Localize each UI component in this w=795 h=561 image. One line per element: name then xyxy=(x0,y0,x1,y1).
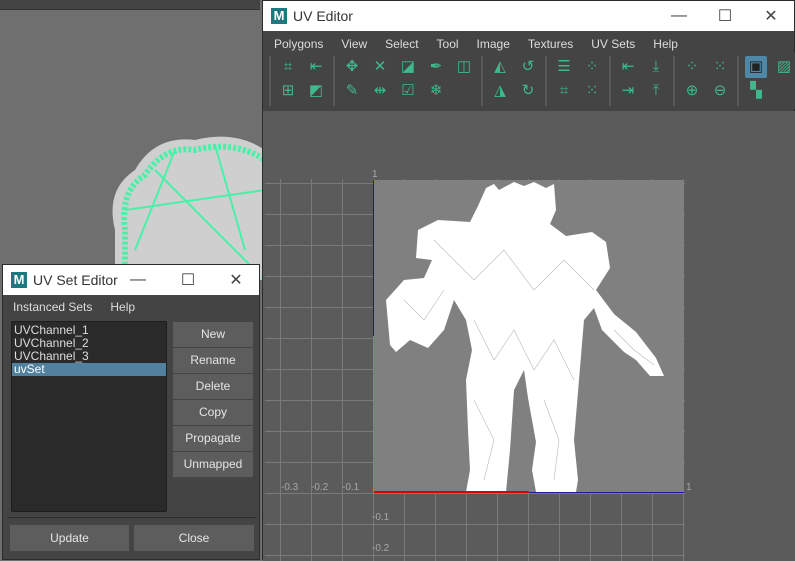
delete-button[interactable]: Delete xyxy=(173,374,253,399)
grid-uvs-icon[interactable]: ⁙ xyxy=(709,56,731,78)
uv-set-list[interactable]: UVChannel_1 UVChannel_2 UVChannel_3 uvSe… xyxy=(11,321,167,512)
distort-icon[interactable]: ◫ xyxy=(453,56,475,78)
align-top-icon[interactable]: ⤒ xyxy=(645,80,667,102)
divider xyxy=(7,517,257,518)
toolbar-group: ✥ ✎ ✕ ⇹ ◪ ☑ ✒ ❄ ◫ xyxy=(333,56,481,106)
u-label-neg03: -0.3 xyxy=(281,482,299,493)
flip-u-icon[interactable]: ◭ xyxy=(489,56,511,78)
minimize-button[interactable]: — xyxy=(656,7,702,25)
maximize-button[interactable]: ☐ xyxy=(702,6,748,26)
menu-help[interactable]: Help xyxy=(101,300,144,314)
toolbar-group: ◭ ◮ ↺ ↻ xyxy=(481,56,545,106)
uv-set-item-selected[interactable]: uvSet xyxy=(12,363,166,376)
close-dialog-button[interactable]: Close xyxy=(134,525,254,551)
toolbar-group: ▣ ▚ ▨ xyxy=(737,56,795,106)
pen-icon[interactable]: ✒ xyxy=(425,56,447,78)
uv-set-editor-titlebar[interactable]: M UV Set Editor — ☐ ✕ xyxy=(3,265,259,295)
window-title: UV Set Editor xyxy=(33,272,118,288)
snowflake-icon[interactable]: ❄ xyxy=(425,80,447,102)
image-display-icon[interactable]: ▣ xyxy=(745,56,767,78)
toolbar-group: ⇤ ⇥ ⤓ ⤒ xyxy=(609,56,673,106)
main-toolbar-strip xyxy=(0,0,260,10)
menu-textures[interactable]: Textures xyxy=(519,37,582,51)
dim-image-icon[interactable]: ▨ xyxy=(773,56,795,78)
toolbar-group: ⌗ ⊞ ⇤ ◩ xyxy=(269,56,333,106)
add-uvs-icon[interactable]: ⊕ xyxy=(681,80,703,102)
rename-button[interactable]: Rename xyxy=(173,348,253,373)
propagate-button[interactable]: Propagate xyxy=(173,426,253,451)
stack-icon[interactable]: ⁙ xyxy=(581,80,603,102)
v-axis-green xyxy=(373,336,374,492)
checker-icon[interactable]: ▚ xyxy=(745,80,767,102)
u-axis-blue xyxy=(529,492,684,493)
copy-button[interactable]: Copy xyxy=(173,400,253,425)
maximize-button[interactable]: ☐ xyxy=(163,270,213,290)
menu-polygons[interactable]: Polygons xyxy=(265,37,332,51)
uv-set-actions: New Rename Delete Copy Propagate Unmappe… xyxy=(173,322,253,478)
check-icon[interactable]: ☑ xyxy=(397,80,419,102)
toolbar-group: ⁘ ⊕ ⁙ ⊖ xyxy=(673,56,737,106)
menu-image[interactable]: Image xyxy=(468,37,519,51)
minimize-button[interactable]: — xyxy=(113,271,163,289)
rotate-ccw-icon[interactable]: ↺ xyxy=(517,56,539,78)
gridify-icon[interactable]: ⌗ xyxy=(553,80,575,102)
menu-select[interactable]: Select xyxy=(376,37,427,51)
menu-uv-sets[interactable]: UV Sets xyxy=(582,37,644,51)
distribute-icon[interactable]: ⁘ xyxy=(581,56,603,78)
close-button[interactable]: ✕ xyxy=(748,6,794,26)
maya-logo-icon: M xyxy=(11,272,27,288)
select-backface-icon[interactable]: ◩ xyxy=(305,80,327,102)
unmapped-button[interactable]: Unmapped xyxy=(173,452,253,477)
align-bottom-icon[interactable]: ⤓ xyxy=(645,56,667,78)
rotate-cw-icon[interactable]: ↻ xyxy=(517,80,539,102)
update-button[interactable]: Update xyxy=(10,525,129,551)
v-label-neg02: -0.2 xyxy=(372,543,390,554)
move-uv-icon[interactable]: ✥ xyxy=(341,56,363,78)
mesh-wireframe xyxy=(112,136,265,280)
uv-viewport[interactable]: -0.3 -0.2 -0.1 1 1 -0.1 -0.2 xyxy=(263,111,795,561)
layout-icon[interactable]: ☰ xyxy=(553,56,575,78)
new-button[interactable]: New xyxy=(173,322,253,347)
align-left-icon[interactable]: ⇤ xyxy=(617,56,639,78)
uv-0-1-tile xyxy=(373,180,684,493)
uv-shell-select-icon[interactable]: ⌗ xyxy=(277,56,299,78)
mirror-icon[interactable]: ⇹ xyxy=(369,80,391,102)
select-edge-loop-icon[interactable]: ⇤ xyxy=(305,56,327,78)
toolbar-group: ☰ ⌗ ⁘ ⁙ xyxy=(545,56,609,106)
u-label-1: 1 xyxy=(686,482,692,493)
flip-v-icon[interactable]: ◮ xyxy=(489,80,511,102)
uv-shells-wireframe xyxy=(374,182,664,492)
menu-view[interactable]: View xyxy=(332,37,376,51)
unfold-icon[interactable]: ◪ xyxy=(397,56,419,78)
uv-toolbar: ⌗ ⊞ ⇤ ◩ ✥ ✎ ✕ ⇹ ◪ ☑ ✒ ❄ ◫ ◭ ◮ ↺ ↻ ☰ ⌗ ⁘ ⁙ ⇤ ⇥ ⤓ ⤒ ⁘ ⊕ ⁙ ⊖ ▣ ▚ ▨ xyxy=(263,53,795,109)
uv-tweak-icon[interactable]: ⊞ xyxy=(277,80,299,102)
u-label-neg02: -0.2 xyxy=(311,482,329,493)
uv-set-editor-menubar: Instanced Sets Help xyxy=(3,295,259,319)
close-button[interactable]: ✕ xyxy=(213,270,259,290)
menu-tool[interactable]: Tool xyxy=(428,37,468,51)
uv-editor-window: M UV Editor — ☐ ✕ Polygons View Select T… xyxy=(262,0,795,561)
u-label-neg01: -0.1 xyxy=(342,482,360,493)
uv-editor-titlebar[interactable]: M UV Editor — ☐ ✕ xyxy=(263,1,794,31)
window-title: UV Editor xyxy=(293,8,353,24)
cut-icon[interactable]: ✎ xyxy=(341,80,363,102)
select-uvs-icon[interactable]: ⁘ xyxy=(681,56,703,78)
u-axis-red xyxy=(374,492,529,493)
v-label-1: 1 xyxy=(372,169,378,180)
v-label-neg01: -0.1 xyxy=(372,512,390,523)
menu-instanced-sets[interactable]: Instanced Sets xyxy=(4,300,101,314)
sew-icon[interactable]: ✕ xyxy=(369,56,391,78)
align-right-icon[interactable]: ⇥ xyxy=(617,80,639,102)
menu-help[interactable]: Help xyxy=(644,37,687,51)
uv-set-editor-window: M UV Set Editor — ☐ ✕ Instanced Sets Hel… xyxy=(2,264,260,560)
maya-logo-icon: M xyxy=(271,8,287,24)
remove-uvs-icon[interactable]: ⊖ xyxy=(709,80,731,102)
